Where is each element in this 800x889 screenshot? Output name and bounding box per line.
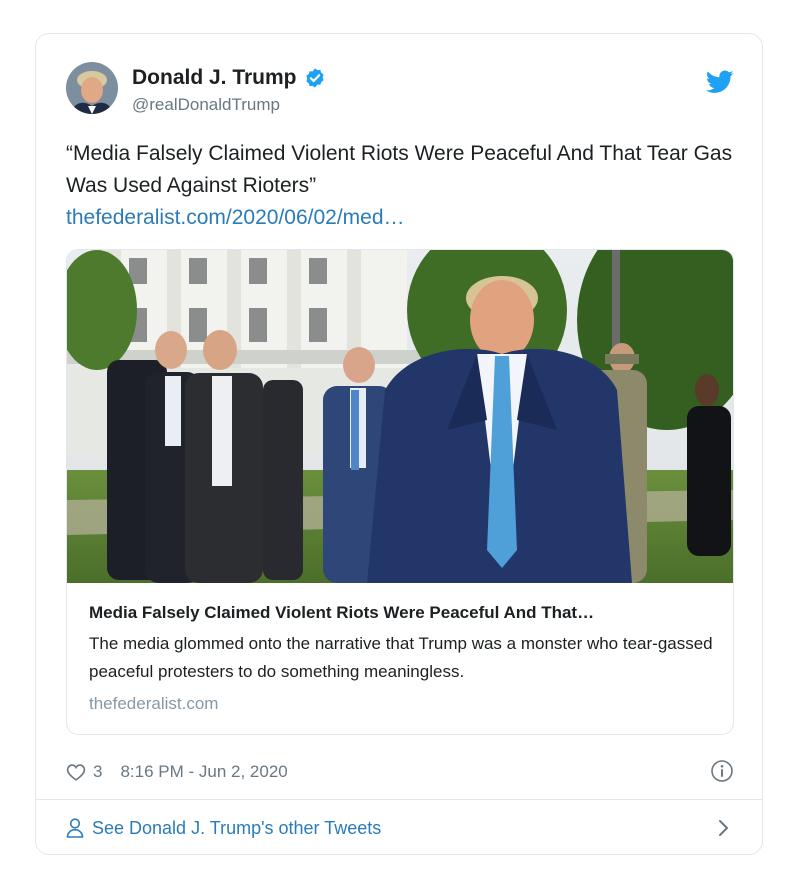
- other-tweets-link[interactable]: See Donald J. Trump's other Tweets: [66, 800, 732, 856]
- tweet-link[interactable]: thefederalist.com/2020/06/02/med…: [66, 202, 746, 234]
- tweet-meta-row: 3 8:16 PM - Jun 2, 2020: [66, 759, 734, 785]
- chevron-right-icon[interactable]: [718, 819, 730, 837]
- link-preview-card[interactable]: Media Falsely Claimed Violent Riots Were…: [66, 249, 734, 735]
- tweet-body: “Media Falsely Claimed Violent Riots Wer…: [66, 138, 746, 234]
- twitter-bird-icon[interactable]: [706, 70, 734, 94]
- author-name[interactable]: Donald J. Trump: [132, 66, 297, 90]
- person-icon: [66, 818, 84, 838]
- author-avatar[interactable]: [66, 62, 118, 114]
- preview-image: [67, 250, 733, 583]
- preview-meta: Media Falsely Claimed Violent Riots Were…: [89, 602, 715, 714]
- like-count[interactable]: 3: [93, 762, 102, 782]
- preview-title: Media Falsely Claimed Violent Riots Were…: [89, 603, 595, 622]
- author-handle[interactable]: @realDonaldTrump: [132, 95, 326, 115]
- tweet-text: “Media Falsely Claimed Violent Riots Wer…: [66, 142, 733, 197]
- info-icon[interactable]: [710, 759, 734, 783]
- verified-icon: [305, 68, 324, 88]
- author-block: Donald J. Trump @realDonaldTrump: [132, 66, 326, 115]
- tweet-embed-card: Donald J. Trump @realDonaldTrump “Media …: [35, 33, 763, 855]
- tweet-header: Donald J. Trump @realDonaldTrump: [66, 62, 734, 122]
- preview-description: The media glommed onto the narrative tha…: [89, 634, 713, 681]
- preview-domain: thefederalist.com: [89, 694, 219, 713]
- heart-icon[interactable]: [66, 763, 86, 781]
- other-tweets-label[interactable]: See Donald J. Trump's other Tweets: [92, 818, 381, 839]
- tweet-timestamp[interactable]: 8:16 PM - Jun 2, 2020: [120, 762, 287, 782]
